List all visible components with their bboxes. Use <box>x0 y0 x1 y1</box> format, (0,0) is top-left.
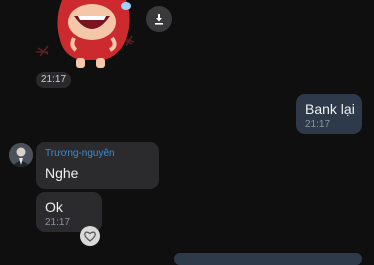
message-text: Nghe <box>45 165 79 181</box>
download-icon <box>155 14 163 25</box>
message-text: Ok <box>45 199 63 215</box>
outgoing-message-partial[interactable] <box>174 253 362 265</box>
sender-name[interactable]: Trương-nguyên <box>45 147 150 160</box>
message-time: 21:17 <box>305 119 331 130</box>
outgoing-message[interactable]: Bank lại 21:17 <box>296 94 362 134</box>
download-button[interactable] <box>146 6 172 32</box>
incoming-message[interactable]: Trương-nguyên Nghe <box>36 142 159 189</box>
red-cartoon-sticker-icon <box>36 0 135 68</box>
user-avatar-icon <box>9 143 33 167</box>
sticker-image[interactable] <box>30 0 140 75</box>
avatar[interactable] <box>9 143 33 167</box>
heart-icon <box>84 231 96 242</box>
reaction-button[interactable] <box>80 226 100 246</box>
sticker-time: 21:17 <box>36 72 72 88</box>
message-text: Bank lại <box>305 101 355 117</box>
